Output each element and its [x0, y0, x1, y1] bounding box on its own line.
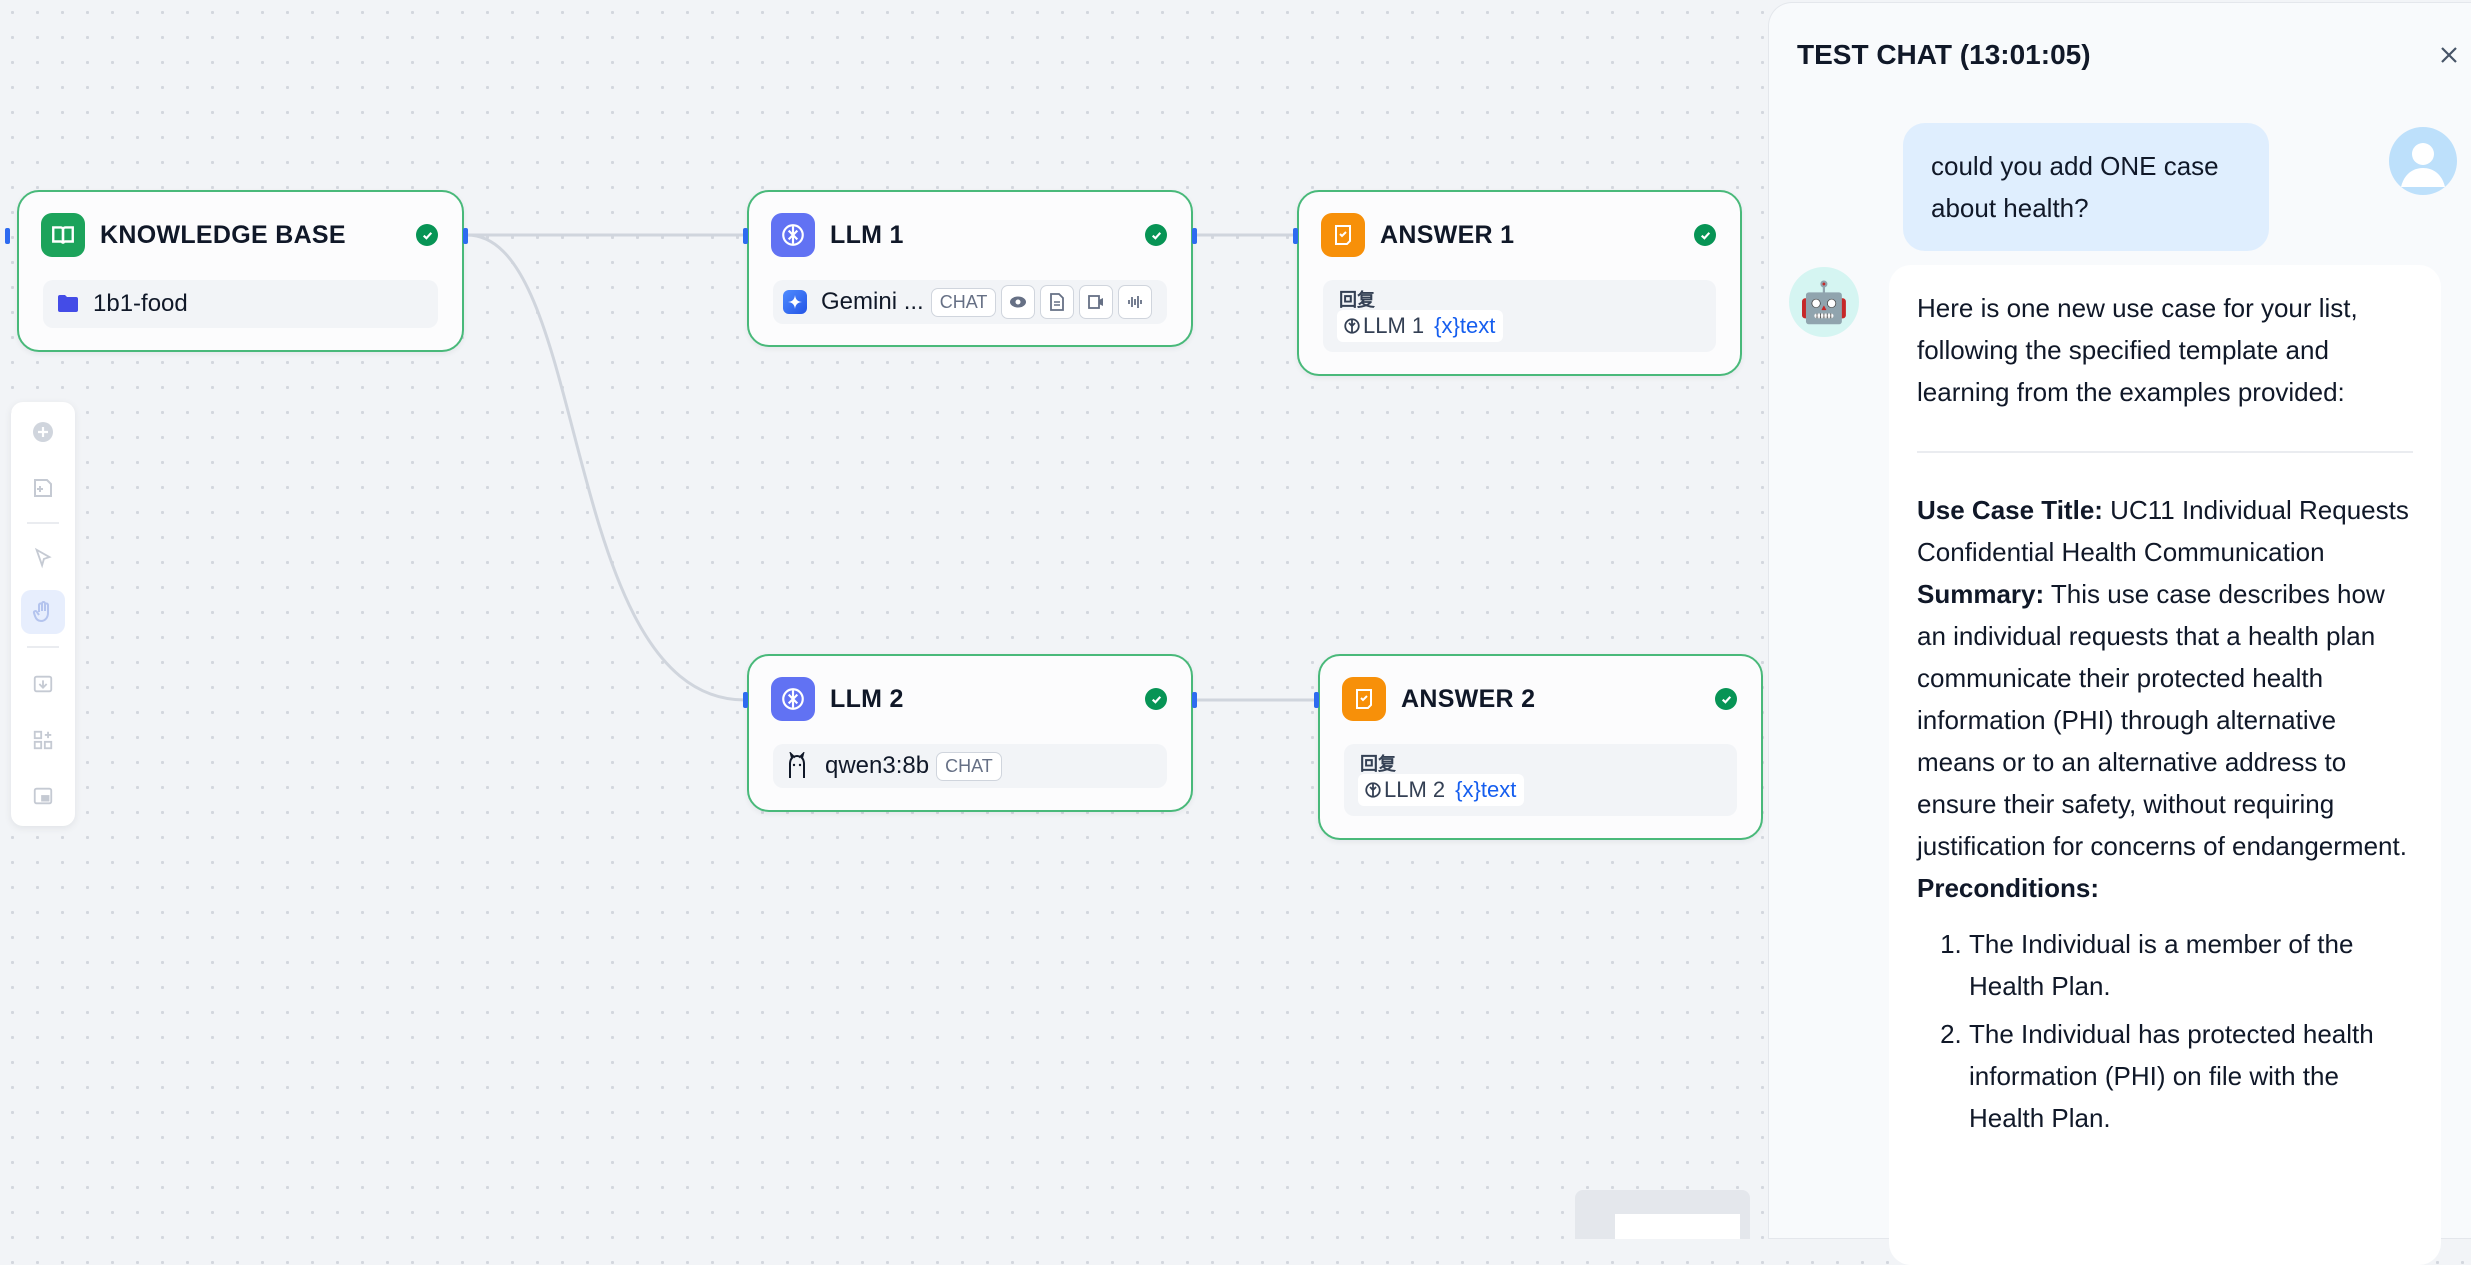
success-check-icon: [1715, 688, 1737, 710]
add-note-icon[interactable]: [21, 466, 65, 510]
knowledge-base-node[interactable]: KNOWLEDGE BASE 1b1-food: [5, 190, 468, 352]
gemini-icon: [783, 290, 807, 314]
input-port[interactable]: [743, 692, 748, 708]
dataset-name: 1b1-food: [93, 290, 188, 317]
success-check-icon: [416, 224, 438, 246]
minimap[interactable]: [1575, 1190, 1750, 1239]
ref-node: LLM 1: [1363, 313, 1425, 338]
user-avatar: [2389, 127, 2457, 195]
input-port[interactable]: [743, 228, 748, 244]
answer-icon: [1342, 677, 1386, 721]
close-icon[interactable]: [2435, 41, 2463, 69]
llm2-node[interactable]: LLM 2 qwen3:8b CHAT: [743, 654, 1197, 812]
book-icon: [41, 213, 85, 257]
panel-title: TEST CHAT (13:01:05): [1797, 39, 2091, 70]
use-case-title-label: Use Case Title:: [1917, 495, 2103, 525]
node-title: KNOWLEDGE BASE: [100, 220, 346, 249]
llm-brain-icon: [1344, 318, 1360, 334]
minimap-icon[interactable]: [21, 774, 65, 818]
test-chat-panel: TEST CHAT (13:01:05) could you add ONE c…: [1768, 2, 2471, 1265]
node-title: LLM 2: [830, 684, 904, 713]
video-icon: [1079, 285, 1114, 319]
folder-icon: [58, 295, 78, 312]
canvas-toolbar: [11, 402, 75, 826]
node-title: LLM 1: [830, 220, 904, 249]
divider: [1917, 451, 2413, 453]
preconditions-list: The Individual is a member of the Health…: [1917, 923, 2413, 1139]
model-name: Gemini ...: [821, 288, 924, 315]
user-message: could you add ONE case about health?: [1903, 123, 2269, 251]
answer1-node[interactable]: ANSWER 1 回复 LLM 1 {x}text: [1293, 190, 1742, 376]
minimap-viewport: [1615, 1214, 1740, 1239]
output-port[interactable]: [1192, 228, 1197, 244]
answer2-node[interactable]: ANSWER 2 回复 LLM 2 {x}text: [1314, 654, 1763, 840]
workflow-canvas[interactable]: KNOWLEDGE BASE 1b1-food LLM 1 Gemini ...…: [0, 0, 1770, 1239]
ref-var: {x}text: [1434, 313, 1496, 338]
success-check-icon: [1694, 224, 1716, 246]
divider: [27, 522, 59, 524]
edge-kb-llm2: [466, 233, 746, 702]
answer-content: 回复 LLM 1 {x}text: [1323, 280, 1716, 352]
audio-icon: [1118, 285, 1153, 319]
mode-badge: CHAT: [930, 287, 997, 317]
pointer-icon[interactable]: [21, 536, 65, 580]
robot-avatar-icon: 🤖: [1789, 267, 1859, 337]
output-port[interactable]: [463, 228, 468, 244]
model-selector[interactable]: qwen3:8b CHAT: [773, 744, 1167, 788]
mode-badge: CHAT: [936, 751, 1002, 781]
node-title: ANSWER 1: [1380, 220, 1515, 249]
use-case-title: Use Case Title: UC11 Individual Requests…: [1917, 489, 2413, 573]
document-icon: [1040, 285, 1075, 319]
model-selector[interactable]: Gemini ... CHAT: [773, 280, 1167, 324]
bot-intro: Here is one new use case for your list, …: [1917, 293, 2358, 407]
answer-icon: [1321, 213, 1365, 257]
summary-value: This use case describes how an individua…: [1917, 579, 2407, 861]
hand-icon[interactable]: [21, 590, 65, 634]
list-item: The Individual is a member of the Health…: [1969, 923, 2413, 1007]
reply-label: 回复: [1339, 290, 1375, 310]
ref-node: LLM 2: [1384, 777, 1446, 802]
input-port[interactable]: [1314, 692, 1319, 708]
ollama-icon: [789, 752, 805, 778]
edges: [466, 233, 1318, 702]
vision-icon: [1001, 285, 1036, 319]
node-title: ANSWER 2: [1401, 684, 1536, 713]
input-port[interactable]: [1293, 228, 1298, 244]
answer-content: 回复 LLM 2 {x}text: [1344, 744, 1737, 816]
output-port[interactable]: [1192, 692, 1197, 708]
success-check-icon: [1145, 224, 1167, 246]
variable-reference[interactable]: LLM 1 {x}text: [1337, 310, 1504, 342]
organize-icon[interactable]: [21, 718, 65, 762]
model-name: qwen3:8b: [825, 752, 930, 779]
success-check-icon: [1145, 688, 1167, 710]
llm-brain-icon: [771, 677, 815, 721]
llm-brain-icon: [1365, 782, 1381, 798]
bot-message: Here is one new use case for your list, …: [1889, 265, 2441, 1265]
summary: Summary: This use case describes how an …: [1917, 573, 2413, 867]
ref-var: {x}text: [1455, 777, 1517, 802]
add-node-icon[interactable]: [21, 410, 65, 454]
preconditions-heading: Preconditions:: [1917, 873, 2100, 903]
dataset-item[interactable]: 1b1-food: [43, 280, 438, 328]
divider: [27, 646, 59, 648]
list-item: The Individual has protected health info…: [1969, 1013, 2413, 1139]
llm1-node[interactable]: LLM 1 Gemini ... CHAT: [743, 190, 1197, 347]
export-image-icon[interactable]: [21, 662, 65, 706]
summary-label: Summary:: [1917, 579, 2045, 609]
variable-reference[interactable]: LLM 2 {x}text: [1358, 774, 1525, 806]
reply-label: 回复: [1360, 754, 1396, 774]
llm-brain-icon: [771, 213, 815, 257]
input-port[interactable]: [5, 228, 10, 244]
